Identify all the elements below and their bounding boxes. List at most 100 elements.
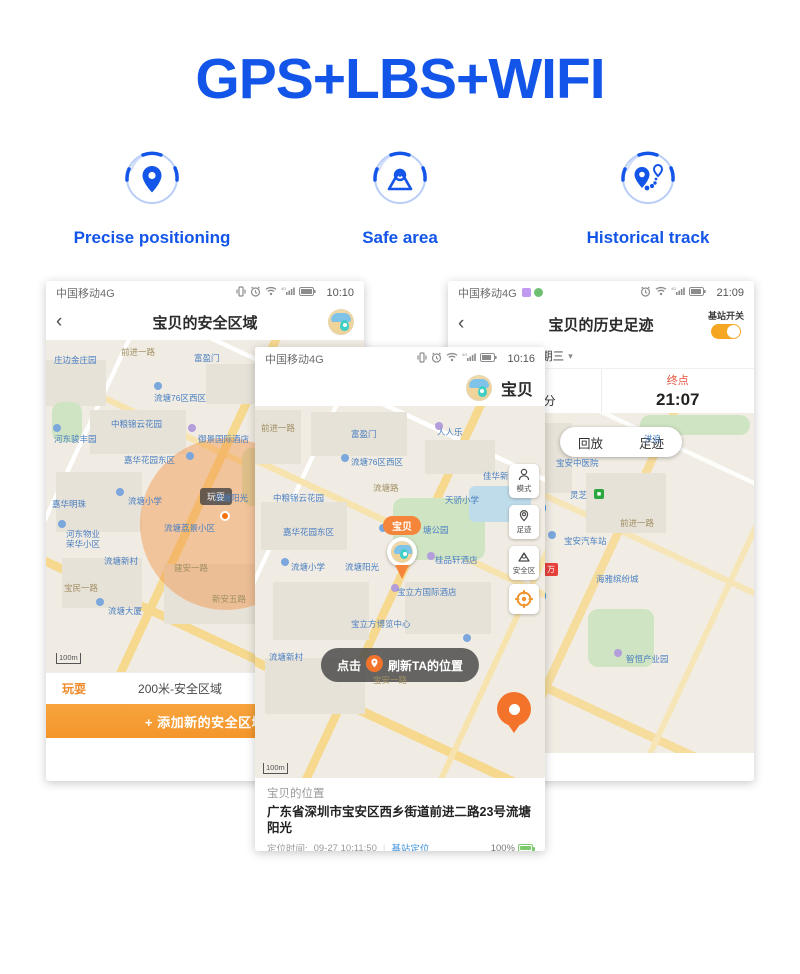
alarm-icon: [640, 286, 651, 300]
device-location-marker[interactable]: 宝贝: [383, 516, 421, 567]
status-bar: 中国移动4G 4G 10:16: [255, 347, 545, 370]
crosshair-locate-icon: [515, 590, 533, 608]
map-label: 流塘阳光: [345, 562, 380, 572]
battery-icon: [480, 352, 498, 365]
safe-area-icon: [315, 146, 485, 208]
location-pin-large: [497, 692, 531, 726]
feature-label: Historical track: [586, 228, 710, 247]
battery-icon: [689, 286, 707, 299]
track-mode-buttons[interactable]: 回放 足迹: [560, 427, 683, 457]
app-badge-icon: [533, 288, 543, 297]
nav-bar: ‹ 宝贝的安全区域: [46, 304, 364, 340]
alarm-icon: [250, 286, 261, 300]
phone-map-screen: 中国移动4G 4G 10:16 宝贝 模式 足迹 安全区 宝贝 点击 刷新TA的…: [255, 347, 545, 851]
status-bar: 中国移动4G 4G 21:09: [448, 281, 754, 304]
battery-percent: 100%: [490, 842, 515, 851]
feature-safe-area: Safe area: [315, 146, 485, 248]
clock-label: 10:16: [507, 352, 535, 365]
map-label: 嘉华花园东区: [283, 527, 335, 537]
refresh-prefix: 点击: [336, 658, 361, 673]
svg-text:4G: 4G: [462, 352, 467, 357]
chevron-down-icon: ▾: [568, 350, 573, 361]
info-locate-method[interactable]: 基站定位: [391, 841, 429, 851]
map-label: 流塘路: [373, 483, 399, 493]
playback-button[interactable]: 回放: [560, 433, 621, 452]
map-label: 智恒产业园: [626, 654, 669, 664]
clock-label: 10:10: [326, 286, 354, 299]
device-name-tag: 宝贝: [383, 516, 421, 535]
map-label: 建安一路: [174, 563, 209, 573]
device-avatar-marker: [387, 537, 417, 567]
stat-value: 21:07: [656, 390, 700, 409]
map-label: 新安五路: [212, 594, 247, 604]
map-label: 佳华新: [483, 471, 509, 481]
map-label: 宝立方国际酒店: [397, 587, 457, 597]
info-time-value: 09-27 10:11:50: [313, 842, 377, 851]
tool-mode[interactable]: 模式: [509, 464, 539, 498]
map-label: 人人乐: [437, 427, 463, 437]
clock-label: 21:09: [716, 286, 744, 299]
tool-label: 模式: [516, 484, 532, 493]
app-header: 宝贝: [255, 370, 545, 406]
map-label: 流塘大厦: [108, 606, 143, 616]
person-icon: [518, 468, 530, 481]
avatar-pin-icon: [477, 386, 487, 397]
avatar-pin-icon: [340, 320, 349, 331]
signal-icon: 4G: [671, 286, 686, 299]
map-label: 洪浪: [644, 434, 662, 444]
screen-title: 宝贝的安全区域: [152, 314, 258, 332]
carrier-label: 中国移动4G: [458, 287, 517, 300]
map-label: 宝安中医院: [556, 458, 599, 468]
toggle-switch[interactable]: [710, 324, 741, 339]
map-label: 灵芝: [570, 490, 588, 500]
map-label: 流塘76区西区: [351, 457, 403, 467]
map-canvas[interactable]: 模式 足迹 安全区 宝贝 点击 刷新TA的位置 100m 前进一路 富盈门 人人…: [255, 406, 545, 778]
map-label: 海雅缤纷城: [596, 574, 639, 584]
feature-precise-positioning: Precise positioning: [67, 146, 237, 248]
avatar[interactable]: [328, 309, 354, 335]
locate-button[interactable]: [509, 584, 539, 614]
refresh-suffix: 刷新TA的位置: [387, 658, 464, 673]
battery-icon: [299, 286, 317, 299]
map-label: 宝安一路: [373, 675, 408, 685]
map-label: 庄边金庄园: [54, 355, 97, 365]
map-label: 宝安汽车站: [564, 536, 607, 546]
carrier-label: 中国移动4G: [56, 287, 115, 300]
map-label: 御景国际酒店: [198, 434, 250, 444]
map-label: 流塘小学: [291, 562, 326, 572]
footprint-pin-icon: [519, 509, 529, 522]
map-label: 嘉华花园东区: [124, 455, 176, 465]
track-path-icon: [563, 146, 733, 208]
signal-icon: 4G: [462, 352, 477, 365]
back-button[interactable]: ‹: [56, 311, 84, 333]
status-bar: 中国移动4G 4G 10:10: [46, 281, 364, 304]
poi-badge: 万: [544, 563, 558, 576]
wifi-icon: [446, 352, 458, 365]
map-label: 流塘阳光: [214, 493, 249, 503]
tool-safe-zone[interactable]: 安全区: [509, 546, 539, 580]
map-label: 塘公园: [423, 525, 449, 535]
map-label: 流塘新村: [269, 652, 304, 662]
map-label: 流塘新村: [104, 556, 139, 566]
tool-label: 足迹: [516, 525, 532, 534]
map-label: 富盈门: [351, 429, 377, 439]
signal-icon: 4G: [281, 286, 296, 299]
safe-zone-icon: [518, 552, 530, 562]
vibrate-icon: [417, 351, 428, 366]
app-badge-icon: [521, 288, 531, 297]
base-station-toggle[interactable]: 基站开关: [708, 309, 744, 339]
safe-zone-desc: 200米-安全区域: [138, 682, 223, 696]
stat-label: 终点: [666, 375, 689, 387]
back-button[interactable]: ‹: [458, 313, 486, 335]
tool-footprints[interactable]: 足迹: [509, 505, 539, 539]
battery-status: 100%: [490, 842, 535, 851]
wifi-icon: [655, 286, 667, 299]
info-title: 宝贝的位置: [267, 788, 325, 800]
device-name: 宝贝: [500, 382, 533, 399]
stat-endpoint[interactable]: 终点 21:07: [600, 369, 755, 413]
avatar[interactable]: [465, 375, 492, 401]
location-info-card: 宝贝的位置 广东省深圳市宝安区西乡街道前进二路23号流塘阳光 定位时间: 09-…: [255, 778, 545, 851]
svg-text:4G: 4G: [671, 286, 676, 291]
map-tool-stack[interactable]: 模式 足迹 安全区: [509, 464, 539, 580]
feature-historical-track: Historical track: [563, 146, 733, 248]
